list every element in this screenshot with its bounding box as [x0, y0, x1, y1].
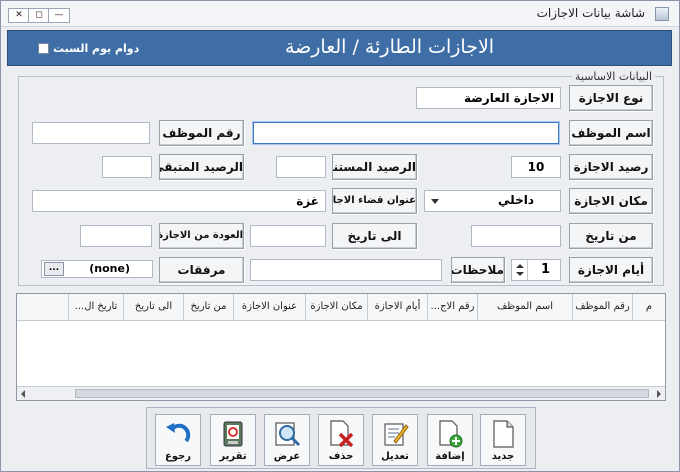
scroll-right-icon[interactable]: [657, 390, 661, 398]
leaves-table[interactable]: م رقم الموظف اسم الموظف رقم الاج... أيام…: [16, 293, 666, 401]
title-bar: شاشة بيانات الاجازات ✕ ◻ —: [1, 1, 679, 27]
leave-type-field[interactable]: الاجازة العارضة: [416, 87, 561, 109]
add-button[interactable]: إضافة: [427, 414, 473, 466]
basic-info-group: البيانات الاساسية: [18, 70, 664, 286]
maximize-button[interactable]: ◻: [28, 8, 50, 23]
column-header[interactable]: م: [632, 294, 665, 320]
notes-label: ملاحظات: [451, 257, 505, 283]
header-banner: الاجازات الطارئة / العارضة دوام يوم السب…: [7, 30, 672, 66]
saturday-shift-checkbox[interactable]: [38, 43, 49, 54]
back-button-label: رجوع: [164, 451, 192, 462]
new-button[interactable]: جديد: [480, 414, 526, 466]
back-button[interactable]: رجوع: [155, 414, 201, 466]
remaining-balance-field[interactable]: [102, 156, 152, 178]
stepper-buttons[interactable]: [512, 260, 528, 280]
attachments-value: (none): [89, 262, 130, 275]
leave-days-label: أيام الاجازة: [569, 257, 653, 283]
window-title: شاشة بيانات الاجازات: [536, 6, 645, 20]
remaining-balance-label: الرصيد المتبقي: [159, 154, 244, 180]
employee-number-input[interactable]: [32, 122, 150, 144]
column-header[interactable]: أيام الاجازة: [367, 294, 427, 320]
notes-input[interactable]: [250, 259, 442, 281]
leave-days-value: 1: [540, 262, 550, 277]
column-header[interactable]: اسم الموظف: [477, 294, 572, 320]
delete-icon: [330, 420, 354, 448]
employee-number-label: رقم الموظف: [159, 120, 244, 146]
chevron-up-icon[interactable]: [516, 264, 524, 268]
basic-info-legend: البيانات الاساسية: [572, 70, 655, 83]
scrollbar-thumb[interactable]: [75, 389, 649, 398]
minimize-button[interactable]: —: [48, 8, 70, 23]
leave-balance-label: رصيد الاجازة: [569, 154, 653, 180]
leave-address-input[interactable]: غزة: [32, 190, 326, 212]
attachments-browse-button[interactable]: ...: [44, 262, 64, 276]
attachments-label: مرفقات: [159, 257, 244, 283]
leave-place-value: داخلي: [498, 193, 534, 207]
report-button[interactable]: تقرير: [210, 414, 256, 466]
delete-button[interactable]: حذف: [318, 414, 364, 466]
edit-button[interactable]: تعديل: [372, 414, 418, 466]
new-button-label: جديد: [491, 451, 515, 462]
chevron-down-icon[interactable]: [431, 199, 439, 204]
leave-days-stepper[interactable]: 1: [511, 259, 561, 281]
leave-type-label: نوع الاجازة: [569, 85, 653, 111]
leave-balance-field[interactable]: 10: [511, 156, 561, 178]
report-icon: [223, 421, 243, 447]
table-header: م رقم الموظف اسم الموظف رقم الاج... أيام…: [17, 294, 665, 321]
to-date-input[interactable]: [250, 225, 326, 247]
column-header[interactable]: رقم الاج...: [427, 294, 477, 320]
employee-name-input[interactable]: [253, 122, 559, 144]
add-button-label: إضافة: [435, 451, 465, 462]
leave-place-select[interactable]: داخلي: [424, 190, 561, 212]
column-header[interactable]: رقم الموظف: [572, 294, 632, 320]
add-document-icon: [439, 420, 463, 448]
back-arrow-icon: [166, 423, 191, 443]
return-date-label: العودة من الاجازة: [159, 223, 244, 249]
edit-pencil-icon: [384, 423, 409, 446]
column-header[interactable]: من تاريخ: [183, 294, 233, 320]
attachments-field[interactable]: (none) ...: [41, 260, 153, 278]
horizontal-scrollbar[interactable]: [17, 386, 665, 400]
edit-button-label: تعديل: [381, 451, 409, 462]
delete-button-label: حذف: [328, 451, 354, 462]
leave-address-label: عنوان قضاء الاجازة: [332, 188, 417, 214]
used-balance-label: الرصيد المستنفذ: [332, 154, 417, 180]
window-app-icon: [655, 7, 669, 21]
leave-place-label: مكان الاجازة: [569, 188, 653, 214]
to-date-label: الى تاريخ: [332, 223, 417, 249]
chevron-down-icon[interactable]: [516, 272, 524, 276]
magnifier-view-icon: [275, 422, 301, 447]
from-date-label: من تاريخ: [569, 223, 653, 249]
employee-name-label: اسم الموظف: [569, 120, 653, 146]
scroll-left-icon[interactable]: [21, 390, 25, 398]
saturday-shift-label: دوام يوم السبت: [53, 42, 140, 55]
column-header[interactable]: مكان الاجازة: [305, 294, 367, 320]
new-document-icon: [493, 420, 514, 448]
view-button[interactable]: عرض: [264, 414, 310, 466]
action-toolbar: جديد إضافة تعديل حذف عرض تقرير رجوع: [146, 407, 536, 469]
close-button[interactable]: ✕: [8, 8, 30, 23]
return-date-input[interactable]: [80, 225, 152, 247]
leave-data-window: شاشة بيانات الاجازات ✕ ◻ — الاجازات الطا…: [0, 0, 680, 472]
from-date-input[interactable]: [471, 225, 561, 247]
saturday-shift-option[interactable]: دوام يوم السبت: [38, 42, 139, 55]
column-header[interactable]: الى تاريخ: [123, 294, 183, 320]
view-button-label: عرض: [273, 451, 301, 462]
report-button-label: تقرير: [219, 451, 247, 462]
column-header[interactable]: تاريخ ال...: [68, 294, 123, 320]
column-header[interactable]: عنوان الاجازة: [233, 294, 305, 320]
used-balance-field[interactable]: [276, 156, 326, 178]
